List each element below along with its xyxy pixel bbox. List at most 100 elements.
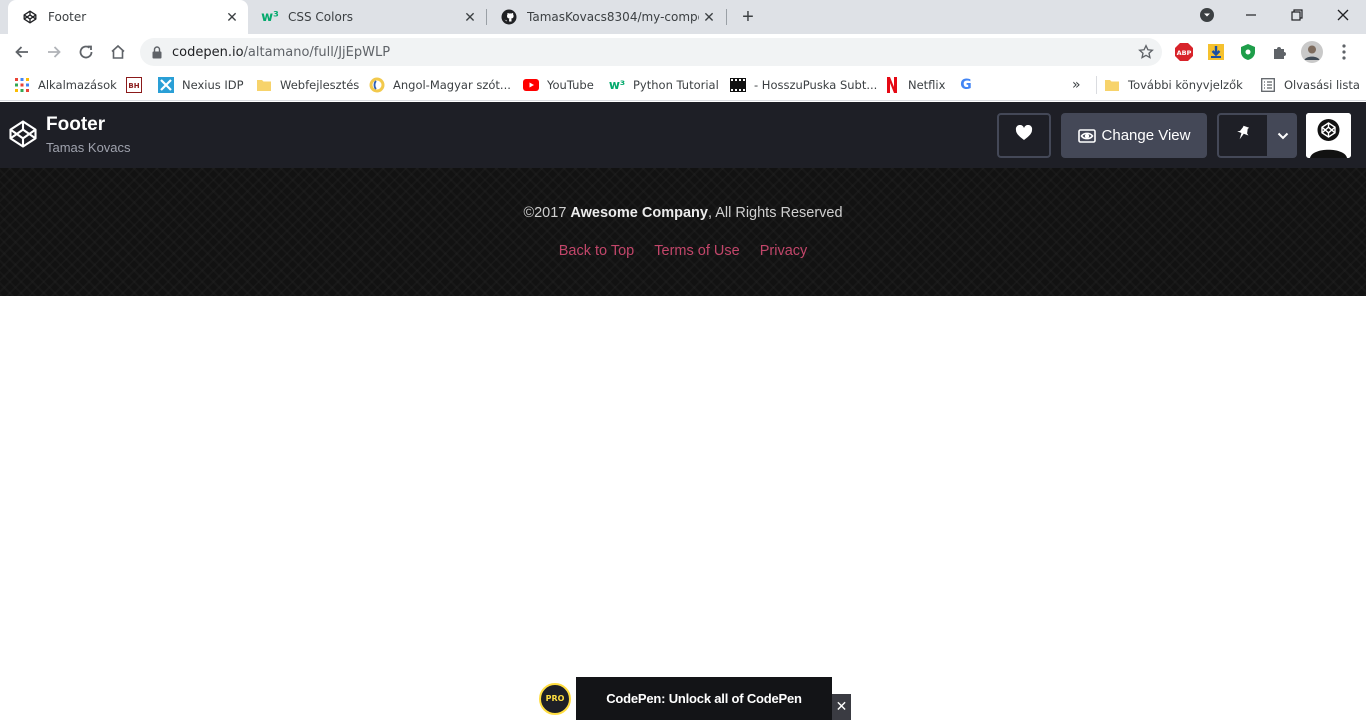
chevron-down-icon [1277, 127, 1289, 145]
new-tab-button[interactable]: + [736, 5, 760, 29]
close-banner-icon[interactable]: ✕ [832, 694, 851, 720]
pro-banner-text[interactable]: CodePen: Unlock all of CodePen [576, 691, 832, 706]
dictionary-icon [369, 77, 385, 93]
browser-toolbar: codepen.io/altamano/full/JjEpWLP ABP [0, 34, 1366, 70]
like-button[interactable] [997, 113, 1051, 158]
copyright-prefix: ©2017 [523, 205, 571, 221]
pin-dropdown-button[interactable] [1269, 113, 1297, 158]
bookmark-label: - HosszuPuska Subt... [754, 78, 878, 92]
tab-search-icon[interactable] [1184, 0, 1230, 30]
bookmark-netflix[interactable]: Netflix [884, 75, 945, 95]
tab-title: Footer [48, 10, 87, 24]
bookmark-nexius-idp[interactable]: Nexius IDP [158, 75, 244, 95]
bookmark-label: Webfejlesztés [280, 78, 360, 92]
bookmark-hosszupuska[interactable]: - HosszuPuska Subt... [730, 75, 877, 95]
bookmark-label: Netflix [908, 78, 946, 92]
shield-icon[interactable] [1237, 41, 1259, 63]
pin-icon [1236, 125, 1250, 146]
w3schools-icon: w³ [608, 78, 626, 92]
bookmarks-overflow-label: » [1072, 77, 1081, 93]
svg-text:ABP: ABP [1177, 49, 1192, 57]
bookmark-star-icon[interactable] [1138, 44, 1154, 60]
address-bar[interactable]: codepen.io/altamano/full/JjEpWLP [140, 38, 1162, 66]
url-path: /altamano/full/JjEpWLP [243, 44, 391, 60]
nexius-icon [158, 77, 174, 93]
close-tab-icon[interactable]: ✕ [222, 7, 242, 27]
github-icon [501, 9, 517, 25]
bookmark-label: Olvasási lista [1284, 78, 1360, 92]
copyright-text: ©2017 Awesome Company, All Rights Reserv… [0, 205, 1366, 221]
lock-icon[interactable] [152, 45, 162, 59]
url-text: codepen.io/altamano/full/JjEpWLP [172, 45, 390, 60]
bookmark-label: YouTube [547, 78, 594, 92]
film-icon [730, 77, 746, 93]
tab-github[interactable]: TamasKovacs8304/my-componen ✕ [487, 0, 725, 34]
back-icon[interactable] [8, 38, 36, 66]
tab-footer[interactable]: Footer ✕ [8, 0, 248, 34]
google-icon: G [960, 77, 972, 93]
youtube-icon [523, 77, 539, 93]
minimize-icon[interactable] [1228, 0, 1274, 30]
reading-list-button[interactable]: Olvasási lista [1260, 75, 1360, 95]
change-view-label: Change View [1101, 127, 1191, 144]
close-tab-icon[interactable]: ✕ [460, 7, 480, 27]
w3schools-icon: w³ [261, 9, 279, 25]
bookmark-label: Angol-Magyar szót... [393, 78, 511, 92]
user-avatar[interactable] [1306, 113, 1351, 158]
tab-title: CSS Colors [288, 10, 354, 24]
bookmarks-bar: Alkalmazások BH Nexius IDP Webfejlesztés… [0, 70, 1366, 101]
adblock-icon[interactable]: ABP [1173, 41, 1195, 63]
pro-badge-container: PRO [534, 677, 576, 720]
restore-icon[interactable] [1274, 0, 1320, 30]
copyright-suffix: , All Rights Reserved [707, 205, 843, 221]
privacy-link[interactable]: Privacy [760, 243, 808, 259]
bookmark-label: Python Tutorial [633, 78, 719, 92]
forward-icon[interactable] [40, 38, 68, 66]
bookmark-divider [1096, 75, 1097, 95]
pro-badge-icon: PRO [539, 682, 571, 715]
close-window-icon[interactable] [1320, 0, 1366, 30]
company-name: Awesome Company [570, 205, 708, 221]
tab-css-colors[interactable]: w³ CSS Colors ✕ [248, 0, 486, 34]
terms-of-use-link[interactable]: Terms of Use [654, 243, 739, 259]
url-host: codepen.io [172, 44, 244, 60]
heart-icon [1015, 124, 1033, 146]
codepen-logo-icon[interactable] [8, 119, 38, 154]
bookmark-youtube[interactable]: YouTube [523, 75, 594, 95]
bookmark-bh[interactable]: BH [126, 75, 150, 95]
reload-icon[interactable] [72, 38, 100, 66]
menu-dots-icon[interactable] [1333, 41, 1355, 63]
netflix-icon [884, 77, 900, 93]
close-tab-icon[interactable]: ✕ [699, 7, 719, 27]
apps-grid-icon [14, 77, 30, 93]
home-icon[interactable] [104, 38, 132, 66]
profile-avatar-icon[interactable] [1301, 41, 1323, 63]
codepen-pro-banner[interactable]: PRO CodePen: Unlock all of CodePen [534, 677, 832, 720]
bh-icon: BH [126, 77, 142, 93]
tab-strip: Footer ✕ w³ CSS Colors ✕ TamasKovacs8304… [0, 0, 1366, 34]
codepen-icon [22, 9, 38, 25]
download-icon[interactable] [1205, 41, 1227, 63]
codepen-header: Footer Tamas Kovacs Change View [0, 102, 1366, 168]
footer-links: Back to Top Terms of Use Privacy [0, 243, 1366, 259]
change-view-button[interactable]: Change View [1061, 113, 1207, 158]
back-to-top-link[interactable]: Back to Top [559, 243, 635, 259]
other-bookmarks-folder[interactable]: További könyvjelzők [1104, 75, 1243, 95]
reading-list-icon [1260, 77, 1276, 93]
bookmark-python-tutorial[interactable]: w³ Python Tutorial [609, 75, 719, 95]
bookmark-google[interactable]: G [958, 75, 982, 95]
bookmark-label: Nexius IDP [182, 78, 244, 92]
bookmarks-overflow-button[interactable]: » [1072, 75, 1081, 95]
bookmark-angol-magyar[interactable]: Angol-Magyar szót... [369, 75, 511, 95]
puzzle-icon[interactable] [1269, 41, 1291, 63]
svg-text:BH: BH [128, 82, 139, 90]
bookmark-label: Alkalmazások [38, 78, 117, 92]
pin-button[interactable] [1217, 113, 1269, 158]
bookmark-webfejlesztes[interactable]: Webfejlesztés [256, 75, 359, 95]
bookmark-apps[interactable]: Alkalmazások [14, 75, 117, 95]
pen-author[interactable]: Tamas Kovacs [46, 140, 131, 155]
tab-title: TamasKovacs8304/my-componen [527, 10, 699, 24]
site-footer: ©2017 Awesome Company, All Rights Reserv… [0, 168, 1366, 296]
pen-title: Footer [46, 114, 106, 135]
view-icon [1077, 128, 1096, 143]
